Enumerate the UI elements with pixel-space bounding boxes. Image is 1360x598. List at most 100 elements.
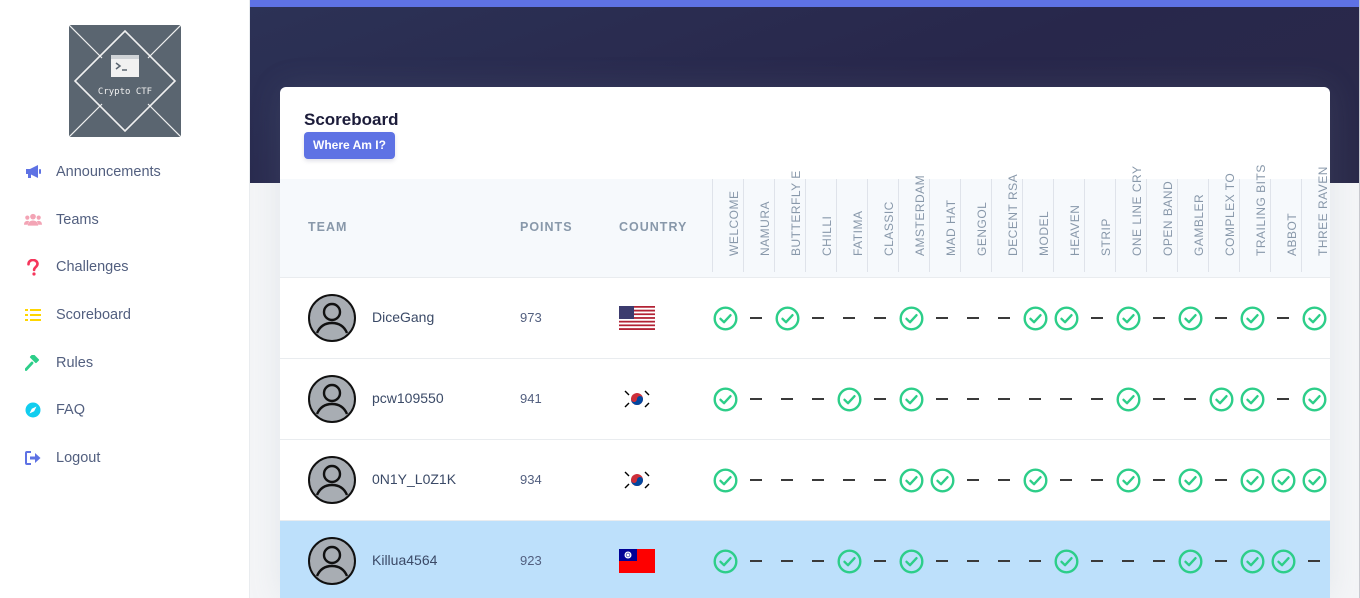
unsolved-dash [804, 466, 832, 494]
unsolved-dash [742, 385, 770, 413]
sidebar-item-teams[interactable]: Teams [0, 196, 250, 244]
unsolved-dash [1269, 304, 1297, 332]
country-column-header[interactable]: COUNTRY [619, 220, 687, 234]
solved-check-icon [1269, 547, 1297, 575]
challenge-column-header[interactable]: ABBOT [1270, 179, 1301, 272]
sidebar-item-label: Scoreboard [56, 306, 131, 323]
dash-mark [874, 559, 886, 563]
challenge-column-header[interactable]: STRIP [1084, 179, 1115, 272]
dash-mark [1277, 397, 1289, 401]
solved-check-icon [1114, 466, 1142, 494]
challenge-column-header[interactable]: COMPLEX TO [1208, 173, 1239, 272]
challenge-column-header[interactable]: TRAILING BITS [1239, 164, 1270, 272]
sidebar-item-challenges[interactable]: Challenges [0, 243, 250, 291]
challenge-column-header[interactable]: WELCOME [712, 179, 743, 272]
unsolved-dash [1083, 547, 1111, 575]
unsolved-dash [1021, 547, 1049, 575]
dash-mark [1029, 559, 1041, 563]
sidebar-item-faq[interactable]: FAQ [0, 386, 250, 434]
challenge-name: MAD HAT [944, 199, 958, 256]
points-column-header[interactable]: POINTS [520, 220, 573, 234]
challenge-column-header[interactable]: OPEN BAND [1146, 179, 1177, 272]
unsolved-dash [1083, 466, 1111, 494]
challenge-column-header[interactable]: THREE RAVEN [1301, 166, 1330, 272]
sidebar-item-label: Challenges [56, 259, 129, 276]
dash-mark [998, 397, 1010, 401]
dash-mark [874, 397, 886, 401]
solved-check-icon [1300, 385, 1328, 413]
sidebar-item-scoreboard[interactable]: Scoreboard [0, 291, 250, 339]
where-am-i-button[interactable]: Where Am I? [304, 132, 395, 159]
solved-check-icon [1238, 304, 1266, 332]
challenge-column-header[interactable]: MAD HAT [929, 179, 960, 272]
solved-check-icon [1300, 466, 1328, 494]
dash-mark [1308, 559, 1320, 563]
dash-mark [967, 316, 979, 320]
dash-mark [1215, 316, 1227, 320]
unsolved-dash [804, 547, 832, 575]
dash-mark [812, 397, 824, 401]
team-name-link[interactable]: DiceGang [372, 309, 434, 325]
challenge-column-header[interactable]: HEAVEN [1053, 179, 1084, 272]
unsolved-dash [1114, 547, 1142, 575]
dash-mark [1060, 478, 1072, 482]
challenge-name: CLASSIC [882, 201, 896, 256]
solved-check-icon [1238, 385, 1266, 413]
solved-check-icon [711, 304, 739, 332]
challenge-name: OPEN BAND [1161, 180, 1175, 256]
challenge-name: COMPLEX TO [1223, 172, 1237, 256]
challenge-column-header[interactable]: GAMBLER [1177, 179, 1208, 272]
table-row[interactable]: pcw109550 941 [280, 358, 1330, 439]
team-name-link[interactable]: Killua4564 [372, 552, 437, 568]
dash-mark [843, 478, 855, 482]
unsolved-dash [835, 304, 863, 332]
unsolved-dash [1021, 385, 1049, 413]
challenge-column-header[interactable]: NAMURA [743, 179, 774, 272]
unsolved-dash [742, 466, 770, 494]
dash-mark [998, 316, 1010, 320]
dash-mark [750, 478, 762, 482]
sidebar-item-logout[interactable]: Logout [0, 434, 250, 482]
solved-check-icon [711, 385, 739, 413]
table-row[interactable]: DiceGang 973 [280, 277, 1330, 358]
team-points: 941 [520, 391, 542, 406]
unsolved-dash [742, 547, 770, 575]
sidebar-item-announcements[interactable]: Announcements [0, 148, 250, 196]
challenge-column-header[interactable]: FATIMA [836, 179, 867, 272]
challenge-column-header[interactable]: AMSTERDAM [898, 175, 929, 272]
solved-check-icon [897, 385, 925, 413]
challenge-column-header[interactable]: BUTTERFLY E [774, 170, 805, 272]
solved-check-icon [897, 547, 925, 575]
challenge-name: GENGOL [975, 201, 989, 256]
table-row[interactable]: 0N1Y_L0Z1K 934 [280, 439, 1330, 520]
dash-mark [1091, 478, 1103, 482]
sidebar-item-rules[interactable]: Rules [0, 339, 250, 387]
challenge-column-header[interactable]: ONE LINE CRY [1115, 166, 1146, 272]
challenge-column-header[interactable]: DECENT RSA [991, 174, 1022, 272]
dash-mark [936, 316, 948, 320]
dash-mark [967, 397, 979, 401]
unsolved-dash [1207, 547, 1235, 575]
challenge-column-header[interactable]: GENGOL [960, 179, 991, 272]
unsolved-dash [866, 547, 894, 575]
team-name-link[interactable]: 0N1Y_L0Z1K [372, 471, 456, 487]
challenge-name: TRAILING BITS [1254, 164, 1268, 256]
team-points: 973 [520, 310, 542, 325]
challenge-column-header[interactable]: CHILLI [805, 179, 836, 272]
challenge-name: AMSTERDAM [913, 174, 927, 256]
crypto-ctf-logo[interactable]: Crypto CTF [69, 25, 181, 137]
dash-mark [1153, 478, 1165, 482]
unsolved-dash [866, 466, 894, 494]
team-name-link[interactable]: pcw109550 [372, 390, 444, 406]
unsolved-dash [866, 304, 894, 332]
challenge-column-header[interactable]: MODEL [1022, 179, 1053, 272]
unsolved-dash [959, 466, 987, 494]
team-column-header[interactable]: TEAM [308, 220, 347, 234]
dash-mark [1091, 316, 1103, 320]
challenge-name: MODEL [1037, 210, 1051, 256]
table-row[interactable]: Killua4564 923 [280, 520, 1330, 598]
challenge-column-header[interactable]: CLASSIC [867, 179, 898, 272]
dash-mark [812, 478, 824, 482]
kr-flag-icon [619, 387, 655, 411]
dash-mark [874, 478, 886, 482]
